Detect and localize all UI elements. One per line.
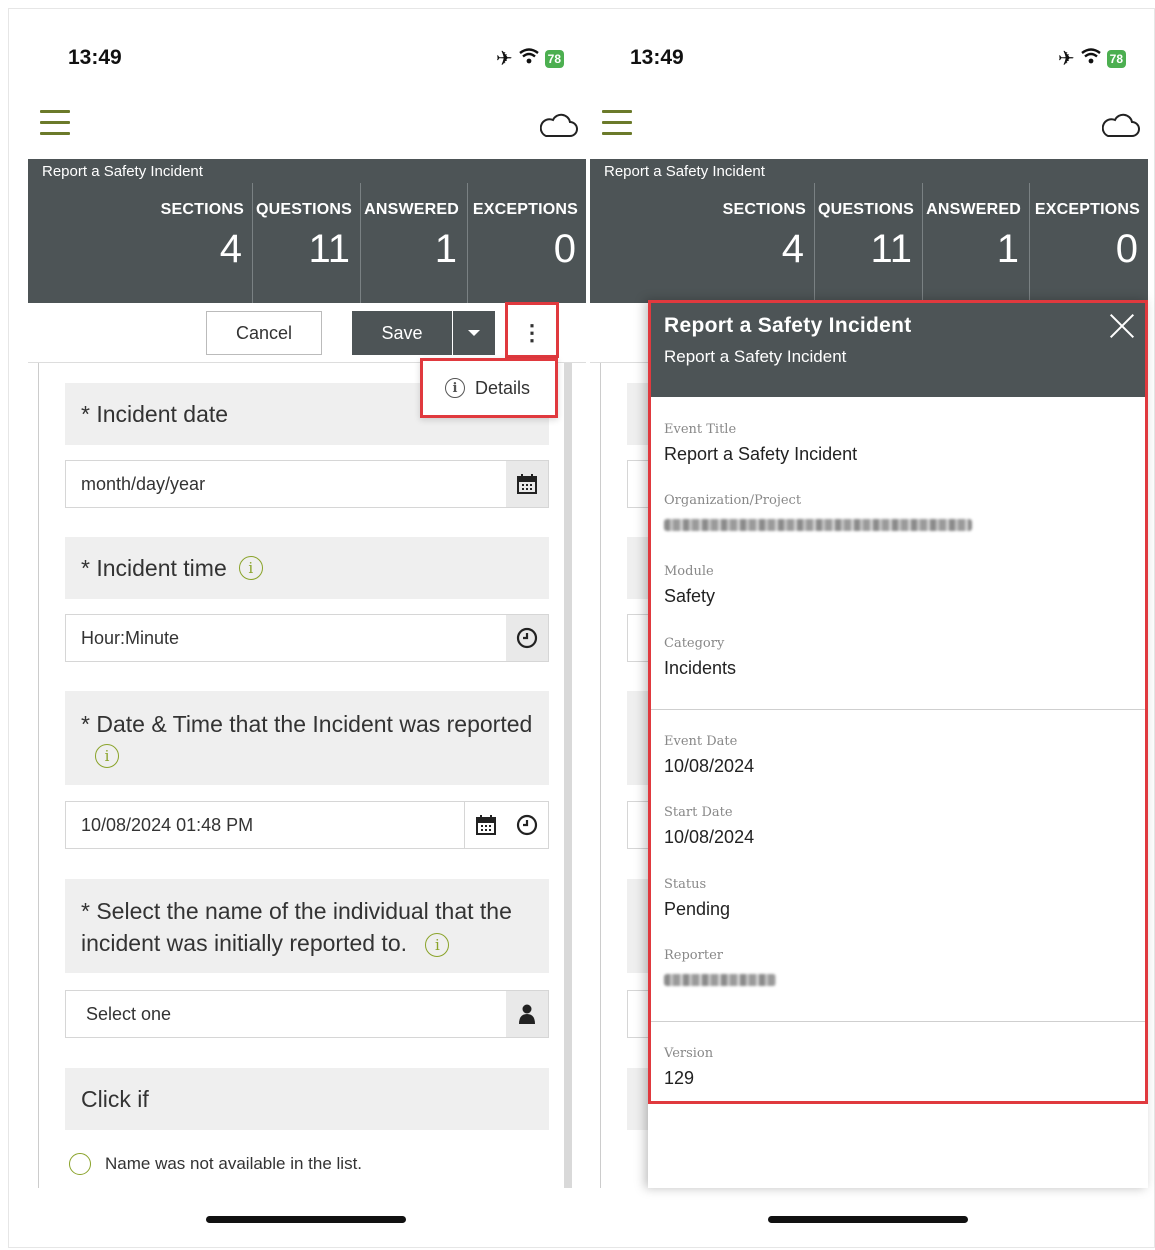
close-icon[interactable] — [1108, 312, 1136, 340]
calendar-icon[interactable] — [506, 461, 548, 507]
detail-version: Version 129 — [664, 1046, 714, 1088]
airplane-icon: ✈ — [495, 48, 513, 70]
info-icon: i — [445, 378, 465, 398]
incident-time-input[interactable]: Hour:Minute — [65, 614, 549, 662]
save-button[interactable]: Save — [352, 311, 452, 355]
detail-start-date: Start Date 10/08/2024 — [664, 805, 755, 847]
clock-icon[interactable] — [506, 615, 548, 661]
stat-questions: QUESTIONS 11 — [814, 183, 922, 303]
phone-right: 13:49 ✈ 78 Report a Safety Incident SECT… — [590, 0, 1148, 1250]
details-panel: Report a Safety Incident Report a Safety… — [648, 300, 1148, 1188]
details-menu-item[interactable]: i Details — [420, 358, 558, 418]
save-dropdown-button[interactable] — [453, 311, 495, 355]
battery-icon: 78 — [1106, 49, 1126, 68]
cloud-icon[interactable] — [1101, 112, 1140, 138]
menu-icon[interactable] — [602, 110, 632, 138]
summary-header: Report a Safety Incident SECTIONS 4 QUES… — [590, 159, 1148, 303]
incident-date-input[interactable]: month/day/year — [65, 460, 549, 508]
reported-datetime-input[interactable]: 10/08/2024 01:48 PM — [65, 801, 549, 849]
details-panel-header: Report a Safety Incident Report a Safety… — [648, 300, 1148, 397]
menu-icon[interactable] — [40, 110, 70, 138]
cancel-button[interactable]: Cancel — [206, 311, 322, 355]
radio-button[interactable] — [69, 1153, 91, 1175]
question-reported-to: * Select the name of the individual that… — [65, 879, 549, 973]
phone-left: 13:49 ✈ 78 Report a Safety Incident SECT… — [28, 0, 586, 1250]
stat-answered: ANSWERED 1 — [360, 183, 467, 303]
wifi-icon — [1080, 47, 1101, 70]
calendar-icon[interactable] — [464, 802, 506, 848]
info-icon[interactable]: i — [238, 556, 263, 580]
highlight-box — [505, 302, 559, 358]
form-title: Report a Safety Incident — [604, 163, 765, 180]
stat-answered: ANSWERED 1 — [922, 183, 1029, 303]
detail-reporter: Reporter — [664, 948, 776, 991]
summary-header: Report a Safety Incident SECTIONS 4 QUES… — [28, 159, 586, 303]
info-icon[interactable]: i — [425, 932, 450, 957]
clock-icon[interactable] — [506, 802, 548, 848]
home-indicator — [768, 1216, 968, 1223]
divider — [648, 1021, 1148, 1022]
form-title: Report a Safety Incident — [42, 163, 203, 180]
cloud-icon[interactable] — [539, 112, 578, 138]
stat-exceptions: EXCEPTIONS 0 — [1029, 183, 1148, 303]
question-date-time-reported: * Date & Time that the Incident was repo… — [65, 691, 549, 785]
action-toolbar — [590, 303, 650, 363]
action-toolbar: Cancel Save ⋮ — [28, 303, 586, 363]
question-click-if: Click if — [65, 1068, 549, 1130]
stat-sections: SECTIONS 4 — [160, 201, 244, 271]
redacted-value — [664, 974, 776, 986]
wifi-icon — [518, 47, 539, 70]
airplane-icon: ✈ — [1057, 48, 1075, 70]
stat-questions: QUESTIONS 11 — [252, 183, 360, 303]
battery-icon: 78 — [544, 49, 564, 68]
status-icons: ✈ 78 — [496, 46, 564, 71]
home-indicator — [206, 1216, 406, 1223]
status-icons: ✈ 78 — [1058, 46, 1126, 71]
stat-sections: SECTIONS 4 — [722, 201, 806, 271]
details-panel-subtitle: Report a Safety Incident — [664, 347, 847, 366]
divider — [648, 709, 1148, 710]
detail-category: Category Incidents — [664, 636, 737, 678]
status-time: 13:49 — [68, 46, 122, 69]
detail-status: Status Pending — [664, 877, 731, 919]
detail-event-title: Event Title Report a Safety Incident — [664, 422, 858, 464]
details-panel-title: Report a Safety Incident — [664, 314, 912, 337]
user-icon[interactable] — [506, 991, 548, 1037]
redacted-value — [664, 519, 972, 531]
detail-event-date: Event Date 10/08/2024 — [664, 734, 755, 776]
name-not-available-option[interactable]: Name was not available in the list. — [69, 1153, 362, 1175]
info-icon[interactable]: i — [95, 743, 119, 768]
form-content-behind — [600, 363, 650, 1188]
reported-to-select[interactable]: Select one — [65, 990, 549, 1038]
form-content: * Incident date month/day/year * Inciden… — [38, 363, 572, 1188]
status-time: 13:49 — [630, 46, 684, 69]
stat-exceptions: EXCEPTIONS 0 — [467, 183, 586, 303]
detail-module: Module Safety — [664, 564, 716, 606]
detail-organization: Organization/Project — [664, 493, 972, 536]
question-incident-time: * Incident time i — [65, 537, 549, 599]
